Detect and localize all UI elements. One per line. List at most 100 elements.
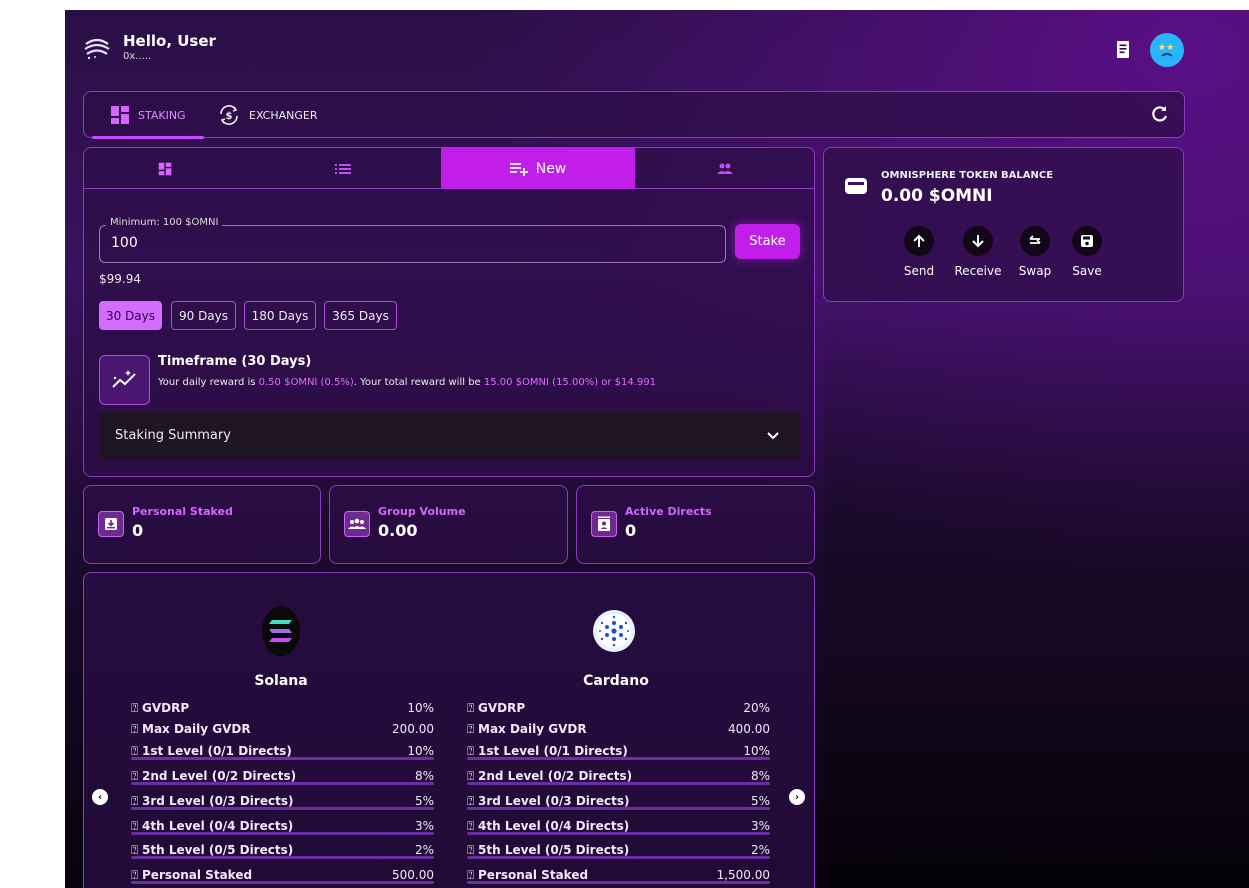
receive-label: Receive bbox=[954, 264, 1002, 278]
total-reward: 15.00 $OMNI (15.00%) or $14.991 bbox=[483, 377, 657, 388]
avatar-icon[interactable]: ★★ bbox=[1150, 33, 1184, 67]
app-viewport: Hello, User 0x..... ★★ STAKING $ EXCHANG… bbox=[65, 10, 1249, 888]
coin-stat-value: 10% bbox=[743, 744, 770, 758]
save-button[interactable]: Save bbox=[1057, 226, 1117, 278]
level-progress-bar bbox=[131, 757, 434, 760]
stat-group-volume: Group Volume 0.00 bbox=[329, 485, 568, 564]
desc-prefix: Your daily reward is bbox=[158, 377, 259, 388]
greeting: Hello, User bbox=[123, 32, 216, 50]
duration-180-days[interactable]: 180 Days bbox=[244, 301, 316, 330]
help-icon[interactable]: ⍰ bbox=[131, 701, 142, 715]
send-button[interactable]: Send bbox=[889, 226, 949, 278]
subtab-list[interactable] bbox=[246, 148, 440, 189]
cardano-logo bbox=[593, 610, 635, 652]
swap-label: Swap bbox=[1018, 264, 1052, 278]
stat-label: Group Volume bbox=[378, 505, 466, 518]
help-icon[interactable]: ⍰ bbox=[467, 794, 478, 808]
coin-stat-row: ⍰ 2nd Level (0/2 Directs) 8% bbox=[131, 766, 434, 786]
dashboard-icon bbox=[158, 162, 172, 175]
help-icon[interactable]: ⍰ bbox=[131, 722, 142, 736]
help-icon[interactable]: ⍰ bbox=[131, 843, 142, 857]
stake-subtabs: New bbox=[84, 148, 814, 189]
duration-365-days[interactable]: 365 Days bbox=[324, 301, 397, 330]
wallet-address: 0x..... bbox=[123, 51, 152, 62]
stat-value: 0 bbox=[132, 521, 144, 540]
help-icon[interactable]: ⍰ bbox=[131, 744, 142, 758]
stake-panel: New Minimum: 100 $OMNI 100 Stake $99.94 … bbox=[83, 147, 815, 477]
stake-amount-value[interactable]: 100 bbox=[111, 235, 138, 251]
stat-label: Active Directs bbox=[625, 505, 712, 518]
swap-button[interactable]: Swap bbox=[1005, 226, 1065, 278]
duration-90-days[interactable]: 90 Days bbox=[171, 301, 236, 330]
tab-staking[interactable]: STAKING bbox=[92, 92, 204, 139]
level-progress-bar bbox=[467, 807, 770, 810]
receive-button[interactable]: Receive bbox=[948, 226, 1008, 278]
help-icon[interactable]: ⍰ bbox=[467, 868, 478, 882]
coin-stat-label-text: 4th Level (0/4 Directs) bbox=[478, 819, 630, 833]
help-icon[interactable]: ⍰ bbox=[131, 794, 142, 808]
help-icon[interactable]: ⍰ bbox=[467, 843, 478, 857]
coins-carousel: ‹ › Solana Cardano ⍰ GVDRP 10% ⍰ Max Dai… bbox=[83, 572, 815, 888]
coin-stat-label-text: 5th Level (0/5 Directs) bbox=[478, 843, 630, 857]
coin-stat-row: ⍰ 4th Level (0/4 Directs) 3% bbox=[467, 816, 770, 836]
stake-button[interactable]: Stake bbox=[735, 224, 800, 259]
tab-exchanger[interactable]: $ EXCHANGER bbox=[217, 92, 318, 138]
subtab-team[interactable] bbox=[635, 148, 814, 189]
help-icon[interactable]: ⍰ bbox=[131, 769, 142, 783]
coin-stat-label-text: Personal Staked bbox=[142, 868, 253, 882]
send-label: Send bbox=[903, 264, 935, 278]
coin-stat-value: 5% bbox=[750, 794, 770, 808]
level-progress-bar bbox=[467, 782, 770, 785]
coin-stat-row: ⍰ Max Daily GVDR 200.00 bbox=[131, 719, 434, 739]
coin-stat-row: ⍰ Max Daily GVDR 400.00 bbox=[467, 719, 770, 739]
coin-stat-label-text: GVDRP bbox=[478, 701, 526, 715]
coin-stat-value: 10% bbox=[407, 701, 434, 715]
level-progress-bar bbox=[131, 856, 434, 859]
staking-summary-label: Staking Summary bbox=[115, 428, 231, 443]
timeframe-title: Timeframe (30 Days) bbox=[158, 354, 312, 369]
coin-stat-label: ⍰ Max Daily GVDR bbox=[467, 722, 587, 737]
help-icon[interactable]: ⍰ bbox=[467, 744, 478, 758]
level-progress-bar bbox=[131, 807, 434, 810]
group-icon bbox=[716, 163, 733, 174]
coin-stat-row: ⍰ 3rd Level (0/3 Directs) 5% bbox=[131, 791, 434, 811]
coin-stat-value: 400.00 bbox=[728, 722, 770, 736]
document-icon[interactable] bbox=[1115, 40, 1131, 60]
level-progress-bar bbox=[467, 757, 770, 760]
coin-stat-value: 5% bbox=[414, 794, 434, 808]
help-icon[interactable]: ⍰ bbox=[467, 819, 478, 833]
help-icon[interactable]: ⍰ bbox=[131, 819, 142, 833]
svg-text:★★: ★★ bbox=[1158, 43, 1174, 53]
coin-stat-value: 3% bbox=[750, 819, 770, 833]
help-icon[interactable]: ⍰ bbox=[131, 868, 142, 882]
coin-stat-row: ⍰ 5th Level (0/5 Directs) 2% bbox=[467, 840, 770, 860]
coin-stat-value: 8% bbox=[414, 769, 434, 783]
coin-stat-label-text: GVDRP bbox=[142, 701, 190, 715]
coin-stat-label-text: Personal Staked bbox=[478, 868, 589, 882]
subtab-new-label: New bbox=[535, 160, 567, 177]
help-icon[interactable]: ⍰ bbox=[467, 769, 478, 783]
coin-stat-value: 10% bbox=[407, 744, 434, 758]
help-icon[interactable]: ⍰ bbox=[467, 722, 478, 736]
chevron-down-icon bbox=[767, 432, 779, 440]
balance-panel: OMNISPHERE TOKEN BALANCE 0.00 $OMNI Send… bbox=[823, 147, 1184, 302]
level-progress-bar bbox=[131, 881, 434, 884]
stake-amount-input[interactable] bbox=[99, 225, 726, 263]
tab-staking-label: STAKING bbox=[138, 108, 186, 122]
refresh-icon[interactable] bbox=[1150, 104, 1170, 124]
coin-stat-value: 20% bbox=[743, 701, 770, 715]
duration-30-days[interactable]: 30 Days bbox=[99, 301, 162, 330]
subtab-overview[interactable] bbox=[84, 148, 246, 189]
help-icon[interactable]: ⍰ bbox=[467, 701, 478, 715]
chevron-right-icon[interactable]: › bbox=[789, 789, 805, 805]
subtab-new[interactable]: New bbox=[441, 148, 635, 189]
coin-stat-label-text: 1st Level (0/1 Directs) bbox=[142, 744, 292, 758]
coin-stat-label-text: 3rd Level (0/3 Directs) bbox=[478, 794, 630, 808]
chevron-left-icon[interactable]: ‹ bbox=[92, 789, 108, 805]
staking-summary-accordion[interactable]: Staking Summary bbox=[99, 412, 800, 460]
group-icon bbox=[344, 511, 370, 537]
list-icon bbox=[335, 163, 351, 174]
coin-name: Solana bbox=[254, 673, 308, 689]
level-progress-bar bbox=[131, 832, 434, 835]
level-progress-bar bbox=[467, 856, 770, 859]
